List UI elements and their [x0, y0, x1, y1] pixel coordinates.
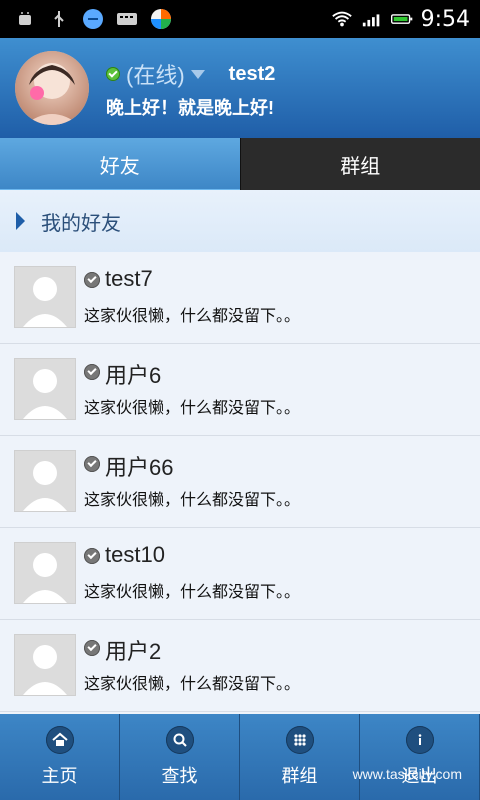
friend-signature: 这家伙很懒，什么都没留下。。	[84, 676, 301, 693]
nav-label-search: 查找	[161, 766, 198, 786]
avatar[interactable]	[15, 51, 89, 125]
status-check-icon	[84, 548, 100, 564]
friend-name: 用户66	[105, 455, 174, 480]
android-debug-icon	[14, 8, 36, 30]
status-check-icon	[84, 272, 100, 288]
home-icon	[45, 726, 74, 754]
nav-groups[interactable]: 群组	[240, 714, 360, 800]
status-check-icon	[84, 640, 100, 656]
grid-icon	[285, 726, 314, 754]
wifi-icon	[331, 8, 353, 30]
friend-signature: 这家伙很懒，什么都没留下。。	[84, 308, 301, 325]
list-item[interactable]: test7 这家伙很懒，什么都没留下。。	[0, 252, 480, 344]
friend-signature: 这家伙很懒，什么都没留下。。	[84, 492, 301, 509]
avatar-placeholder	[14, 634, 76, 696]
status-check-icon	[84, 456, 100, 472]
usb-icon	[48, 8, 70, 30]
signal-icon	[361, 8, 383, 30]
nav-search[interactable]: 查找	[120, 714, 240, 800]
keyboard-icon	[116, 8, 138, 30]
status-right-icons: 9:54	[331, 7, 480, 32]
status-left-icons	[0, 8, 172, 30]
friend-name: test7	[105, 266, 153, 291]
chevron-right-icon	[16, 212, 25, 230]
tab-bar: 好友 群组	[0, 138, 480, 190]
status-check-icon	[84, 364, 100, 380]
app-icon	[150, 8, 172, 30]
tab-friends[interactable]: 好友	[0, 138, 240, 190]
friend-signature: 这家伙很懒，什么都没留下。。	[84, 400, 301, 417]
friend-name: test10	[105, 542, 165, 567]
list-item[interactable]: test10 这家伙很懒，什么都没留下。。	[0, 528, 480, 620]
friends-list[interactable]: test7 这家伙很懒，什么都没留下。。 用户6 这家伙很懒，什么都没留下。。 …	[0, 252, 480, 714]
signature: 晚上好！就是晚上好!	[106, 98, 274, 118]
nav-home[interactable]: 主页	[0, 714, 120, 800]
nav-label-groups: 群组	[281, 766, 318, 786]
watermark: www.taskcity.com	[352, 766, 462, 782]
status-row[interactable]: (在线) test2	[106, 58, 275, 90]
list-item[interactable]: 用户6 这家伙很懒，什么都没留下。。	[0, 344, 480, 436]
nav-label-home: 主页	[41, 766, 78, 786]
info-icon	[405, 726, 434, 754]
avatar-placeholder	[14, 266, 76, 328]
avatar-placeholder	[14, 542, 76, 604]
battery-icon	[390, 8, 413, 30]
profile-header: (在线) test2 晚上好！就是晚上好!	[0, 38, 480, 138]
tab-groups[interactable]: 群组	[239, 138, 480, 190]
search-icon	[165, 726, 194, 754]
list-item[interactable]: 用户66 这家伙很懒，什么都没留下。。	[0, 436, 480, 528]
status-bar: 9:54	[0, 0, 480, 38]
group-title: 我的好友	[41, 212, 121, 235]
online-check-icon	[106, 67, 120, 81]
friend-name: 用户6	[105, 363, 162, 388]
chat-app-icon	[82, 8, 104, 30]
friend-signature: 这家伙很懒，什么都没留下。。	[84, 584, 301, 601]
friend-name: 用户2	[105, 639, 162, 664]
friends-group-header[interactable]: 我的好友	[0, 190, 480, 253]
avatar-placeholder	[14, 450, 76, 512]
list-item[interactable]: 用户2 这家伙很懒，什么都没留下。。	[0, 620, 480, 712]
avatar-placeholder	[14, 358, 76, 420]
bottom-nav: 主页 查找 群组 退出 www.taskcity.com	[0, 714, 480, 800]
chevron-down-icon[interactable]	[190, 69, 205, 79]
nav-exit[interactable]: 退出	[360, 714, 480, 800]
online-status: (在线)	[126, 63, 185, 88]
username: test2	[228, 62, 276, 85]
clock: 9:54	[420, 6, 470, 32]
